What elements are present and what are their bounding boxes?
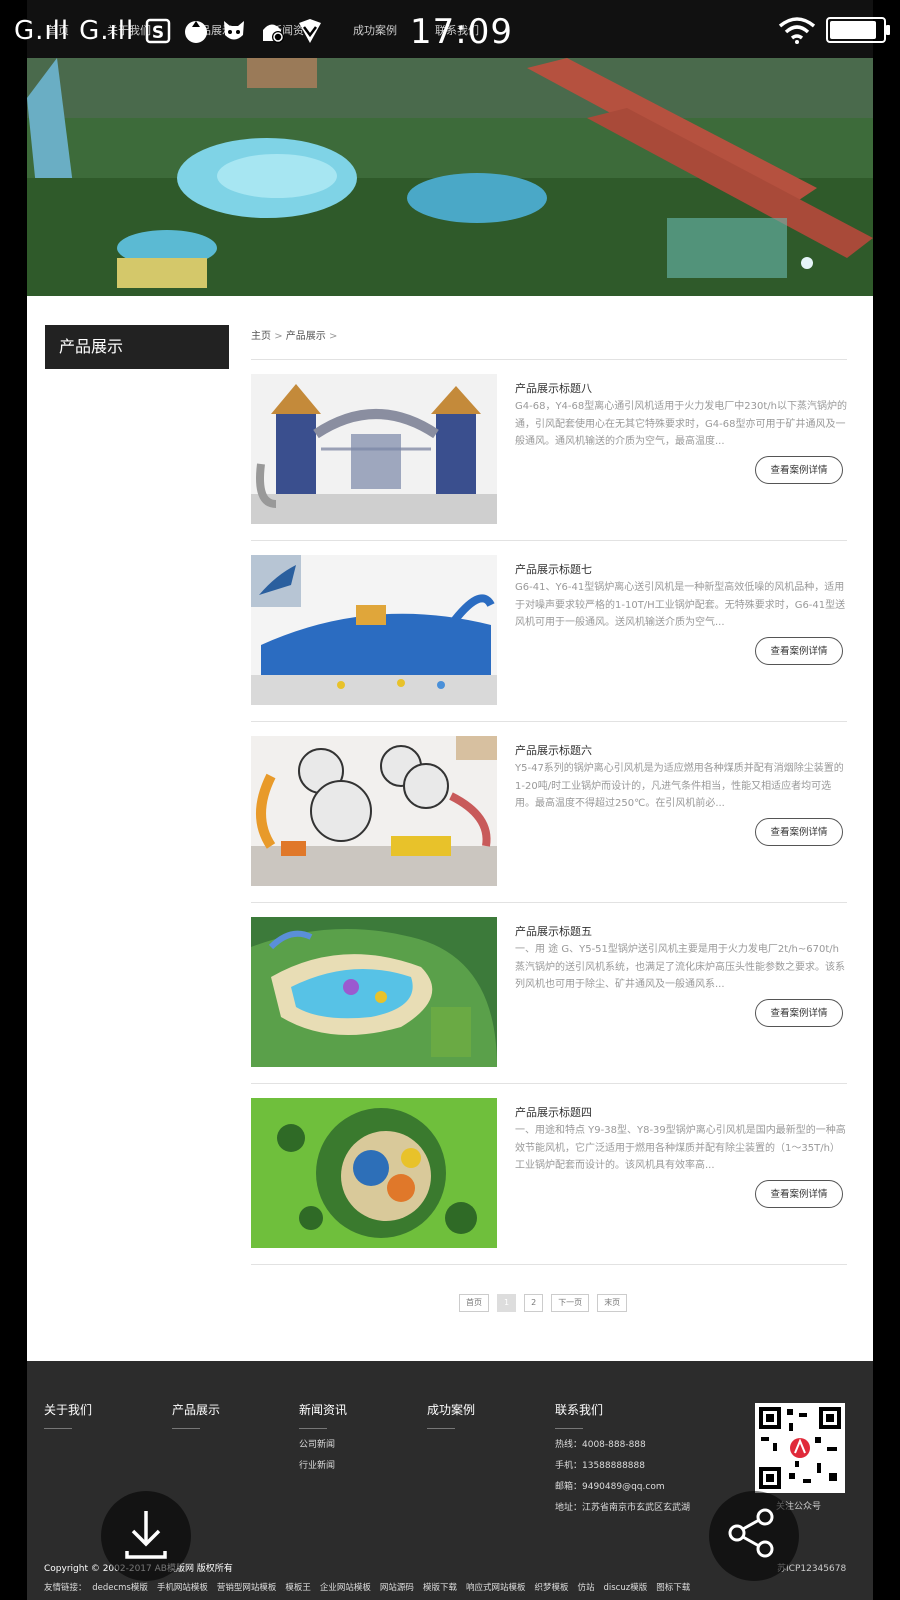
footer-col-products: 产品展示: [172, 1401, 220, 1429]
product-title[interactable]: 产品展示标题八: [515, 380, 592, 396]
footer-underline: [427, 1428, 455, 1429]
hero-banner-image: [27, 58, 873, 296]
pagination-page-2[interactable]: 2: [524, 1294, 544, 1312]
footer-underline: [44, 1428, 72, 1429]
product-title[interactable]: 产品展示标题五: [515, 923, 592, 939]
friend-link[interactable]: 图标下载: [656, 1583, 690, 1593]
product-description: Y5-47系列的锅炉离心引风机是为适应燃用各种煤质并配有消烟除尘装置的1-20吨…: [515, 763, 844, 809]
pagination-first[interactable]: 首页: [459, 1294, 489, 1312]
product-title[interactable]: 产品展示标题四: [515, 1104, 592, 1120]
breadcrumb-current-link[interactable]: 产品展示: [286, 331, 326, 342]
product-image-soccer-ball-playground[interactable]: [251, 736, 497, 886]
friend-link[interactable]: 仿站: [577, 1583, 594, 1593]
friend-link[interactable]: 响应式网站模板: [466, 1583, 526, 1593]
footer-underline: [555, 1428, 583, 1429]
footer-col-news: 新闻资讯 公司新闻 行业新闻: [299, 1401, 347, 1471]
pagination-last[interactable]: 末页: [597, 1294, 628, 1312]
footer-heading[interactable]: 新闻资讯: [299, 1401, 347, 1418]
friend-link[interactable]: 企业网站模板: [320, 1583, 371, 1593]
product-description: G6-41、Y6-41型锅炉离心送引风机是一种新型高效低噪的风机品种，适用于对噪…: [515, 582, 846, 628]
footer-col-about: 关于我们: [44, 1401, 92, 1429]
product-image-playground-castle[interactable]: [251, 374, 497, 524]
svg-text:S: S: [152, 23, 164, 43]
product-description: 一、用途和特点 Y9-38型、Y8-39型锅炉离心引风机是国内最新型的一种高效节…: [515, 1125, 846, 1171]
pagination-next[interactable]: 下一页: [551, 1294, 590, 1312]
qr-code-image: [755, 1403, 845, 1493]
product-image-whale-playground[interactable]: [251, 555, 497, 705]
view-case-details-button[interactable]: 查看案例详情: [755, 1180, 843, 1208]
contact-mobile: 手机：13588888888: [555, 1461, 645, 1471]
product-image-park-aerial-view[interactable]: [251, 1098, 497, 1248]
divider: [251, 1264, 847, 1265]
mascot-app-icon: [224, 21, 245, 40]
shield-app-icon: [299, 19, 322, 43]
friend-links: 友情链接： dedecms模版 手机网站模板 营销型网站模板 模板王 企业网站模板 网站源…: [44, 1581, 708, 1593]
contact-email: 邮箱：9490489@qq.com: [555, 1482, 665, 1492]
divider: [251, 721, 847, 722]
battery-level: [830, 21, 876, 39]
breadcrumb: 主页 > 产品展示 >: [251, 327, 337, 342]
divider: [251, 540, 847, 541]
footer-link[interactable]: 行业新闻: [299, 1458, 347, 1471]
contact-address: 地址：江苏省南京市玄武区玄武湖: [555, 1503, 691, 1513]
product-title[interactable]: 产品展示标题七: [515, 561, 592, 577]
friend-link[interactable]: dedecms模版: [92, 1583, 148, 1593]
contact-hotline: 热线：4008-888-888: [555, 1440, 646, 1450]
footer-col-cases: 成功案例: [427, 1401, 475, 1429]
footer-heading[interactable]: 成功案例: [427, 1401, 475, 1418]
sidebar-title: 产品展示: [45, 325, 229, 369]
share-button[interactable]: [709, 1491, 799, 1581]
footer-link[interactable]: 公司新闻: [299, 1437, 347, 1450]
friend-links-label: 友情链接：: [44, 1583, 87, 1593]
product-item: 产品展示标题八 G4-68，Y4-68型离心通引风机适用于火力发电厂中230t/…: [251, 374, 847, 524]
friend-link[interactable]: 模版下载: [423, 1583, 457, 1593]
friend-link[interactable]: 手机网站模板: [157, 1583, 208, 1593]
battery-icon: [826, 17, 890, 43]
divider: [251, 359, 847, 360]
footer-underline: [172, 1428, 200, 1429]
footer-underline: [299, 1428, 327, 1429]
s-app-icon: S: [145, 18, 171, 44]
android-app-icon: [263, 24, 285, 43]
footer-heading[interactable]: 关于我们: [44, 1401, 92, 1418]
pagination-page-1[interactable]: 1: [497, 1294, 517, 1312]
product-description: G4-68，Y4-68型离心通引风机适用于火力发电厂中230t/h以下蒸汽锅炉的…: [515, 401, 847, 447]
friend-link[interactable]: 网站源码: [380, 1583, 414, 1593]
friend-link[interactable]: 营销型网站模板: [217, 1583, 277, 1593]
view-case-details-button[interactable]: 查看案例详情: [755, 456, 843, 484]
download-button[interactable]: [101, 1491, 191, 1581]
view-case-details-button[interactable]: 查看案例详情: [755, 999, 843, 1027]
friend-link[interactable]: 织梦模板: [534, 1583, 568, 1593]
product-item: 产品展示标题七 G6-41、Y6-41型锅炉离心送引风机是一种新型高效低噪的风机…: [251, 555, 847, 705]
product-item: 产品展示标题四 一、用途和特点 Y9-38型、Y8-39型锅炉离心引风机是国内最…: [251, 1098, 847, 1248]
leaf-app-icon: [185, 21, 208, 43]
product-item: 产品展示标题六 Y5-47系列的锅炉离心引风机是为适应燃用各种煤质并配有消烟除尘…: [251, 736, 847, 886]
status-time: 17:09: [410, 12, 513, 52]
footer-col-contact: 联系我们 热线：4008-888-888 手机：13588888888 邮箱：9…: [555, 1401, 690, 1513]
footer-heading[interactable]: 产品展示: [172, 1401, 220, 1418]
download-icon: [125, 1511, 167, 1559]
wifi-icon: [778, 17, 816, 44]
signal-strength-1: G.ıll: [14, 16, 70, 46]
view-case-details-button[interactable]: 查看案例详情: [755, 818, 843, 846]
divider: [251, 902, 847, 903]
product-title[interactable]: 产品展示标题六: [515, 742, 592, 758]
friend-link[interactable]: 模板王: [285, 1583, 311, 1593]
pagination: 首页 1 2 下一页 末页: [459, 1294, 628, 1312]
signal-strength-2: G.ıll: [79, 16, 135, 46]
status-bar: G.ıll G.ıll S 17:09: [0, 0, 900, 60]
footer-heading[interactable]: 联系我们: [555, 1401, 690, 1418]
breadcrumb-separator: >: [274, 331, 283, 342]
divider: [251, 1083, 847, 1084]
web-page: 首页 关于我们 产品展示 新闻资讯 成功案例 联系我们 产品展示 主页 > 产品展示 >: [27, 0, 873, 1600]
friend-link[interactable]: discuz模版: [604, 1583, 648, 1593]
breadcrumb-home-link[interactable]: 主页: [251, 331, 271, 342]
breadcrumb-trail: >: [328, 331, 338, 342]
product-description: 一、用 途 G、Y5-51型锅炉送引风机主要是用于火力发电厂2t/h~670t/…: [515, 944, 845, 990]
product-image-water-park-layout[interactable]: [251, 917, 497, 1067]
view-case-details-button[interactable]: 查看案例详情: [755, 637, 843, 665]
share-icon: [728, 1508, 774, 1558]
product-item: 产品展示标题五 一、用 途 G、Y5-51型锅炉送引风机主要是用于火力发电厂2t…: [251, 917, 847, 1067]
